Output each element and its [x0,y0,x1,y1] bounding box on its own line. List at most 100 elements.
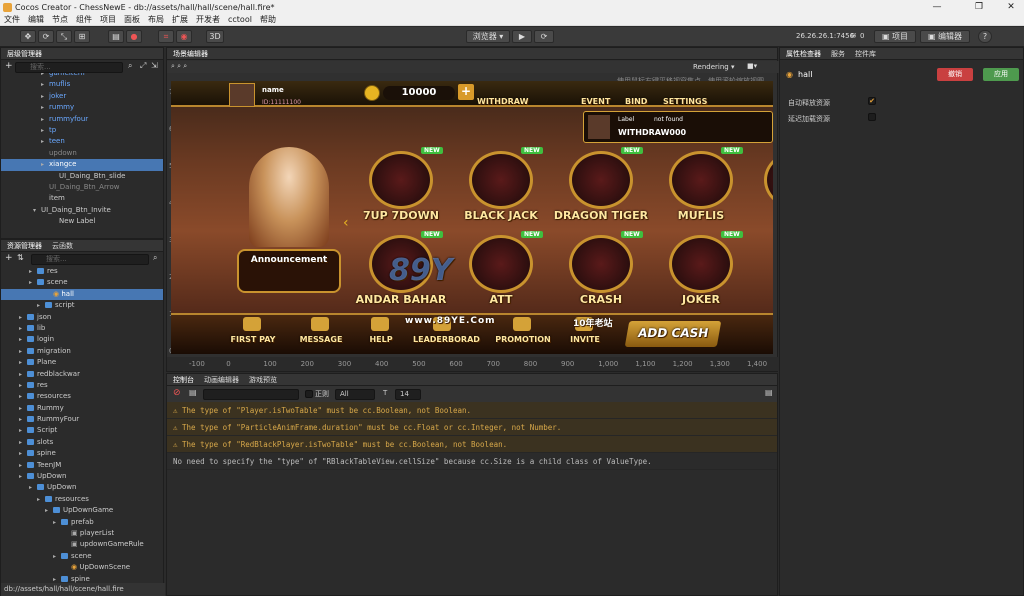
game-tile-icon[interactable] [569,151,633,209]
expand-arrow-icon[interactable]: ▾ [33,205,41,216]
hierarchy-search-input[interactable]: 搜索... [15,62,123,73]
bottom-nav-label[interactable]: PROMOTION [493,335,553,344]
expand-arrow-icon[interactable]: ▸ [29,266,37,277]
expand-arrow-icon[interactable]: ▸ [19,346,27,357]
asset-item[interactable]: ▸ TeenJM [1,460,163,471]
apply-button[interactable]: 应用 [983,68,1019,81]
clear-icon[interactable]: ⊘ [173,388,181,398]
asset-item[interactable]: ▸ spine [1,448,163,459]
asset-item[interactable]: ▸ Script [1,425,163,436]
locate-icon[interactable]: ⤢ [140,61,146,71]
console-line[interactable]: ⚠ The type of "Player.isTwoTable" must b… [167,402,777,419]
expand-arrow-icon[interactable]: ▸ [19,425,27,436]
event-button[interactable]: EVENT [581,97,610,106]
expand-arrow-icon[interactable]: ▸ [53,551,61,562]
menu-item[interactable]: 布局 [148,14,164,25]
asset-item[interactable]: ▸ scene [1,277,163,288]
menu-item[interactable]: 组件 [76,14,92,25]
add-cash-button[interactable]: ADD CASH [624,321,722,347]
inspector-tab[interactable]: 属性检查器 [786,48,821,59]
asset-item[interactable]: ▸ redblackwar [1,369,163,380]
hierarchy-item[interactable]: ▸ joker [1,91,163,102]
expand-arrow-icon[interactable]: ▸ [19,380,27,391]
add-coin-icon[interactable]: + [458,84,474,100]
menu-item[interactable]: 面板 [124,14,140,25]
expand-arrow-icon[interactable]: ▸ [41,79,49,90]
bottom-nav-label[interactable]: FIRST PAY [223,335,283,344]
asset-item[interactable]: ▸ lib [1,323,163,334]
bind-button[interactable]: BIND [625,97,647,106]
expand-arrow-icon[interactable]: ▸ [19,334,27,345]
hierarchy-item[interactable]: updown [1,148,163,159]
game-tile-icon[interactable] [369,151,433,209]
open-log-icon[interactable]: ▤ [189,388,197,397]
project-button[interactable]: ▣ 项目 [874,30,916,43]
expand-arrow-icon[interactable]: ▸ [19,369,27,380]
assets-search-icon[interactable]: ⌕ [153,253,157,263]
hierarchy-item[interactable]: ▸ rummyfour [1,114,163,125]
help-icon[interactable]: ? [978,30,992,43]
asset-item[interactable]: ▸ Plane [1,357,163,368]
console-line[interactable]: No need to specify the "type" of "RBlack… [167,453,777,470]
browser-select[interactable]: 浏览器 ▾ [466,30,510,43]
pivot-icon[interactable]: ● [126,30,142,43]
expand-arrow-icon[interactable]: ▸ [19,403,27,414]
hierarchy-item[interactable]: UI_Daing_Btn_Arrow [1,182,163,193]
add-asset-icon[interactable]: + [5,253,13,263]
scene-tab[interactable]: 场景编辑器 [173,48,208,59]
asset-item[interactable]: ▸ json [1,312,163,323]
expand-arrow-icon[interactable]: ▸ [41,91,49,102]
hierarchy-item[interactable]: ▸ tp [1,125,163,136]
hierarchy-item[interactable]: item [1,193,163,204]
bottom-nav-icon[interactable] [243,317,261,331]
rotate-tool-icon[interactable]: ⟳ [38,30,54,43]
editor-button[interactable]: ▣ 编辑器 [920,30,970,43]
console-menu-icon[interactable]: ▤ [765,388,773,397]
settings-button[interactable]: SETTINGS [663,97,707,106]
asset-item[interactable]: ▸ slots [1,437,163,448]
announcement-box[interactable]: Announcement [237,249,341,293]
menu-item[interactable]: 开发者 [196,14,220,25]
bottom-nav-label[interactable]: LEADERBORAD [413,335,480,344]
player-avatar[interactable] [229,83,255,107]
asset-item[interactable]: ▸ UpDown [1,471,163,482]
expand-arrow-icon[interactable]: ▸ [19,391,27,402]
bottom-nav-label[interactable]: HELP [351,335,411,344]
hierarchy-tab[interactable]: 层级管理器 [7,48,42,59]
asset-item[interactable]: ▣ playerList [1,528,163,539]
bottom-nav-label[interactable]: INVITE [555,335,615,344]
inspector-tab[interactable]: 服务 [831,48,845,59]
asset-item[interactable]: ▸ resources [1,494,163,505]
collapse-icon[interactable]: ⇲ [151,61,158,70]
expand-arrow-icon[interactable]: ▸ [19,414,27,425]
expand-arrow-icon[interactable]: ▸ [41,125,49,136]
asset-item[interactable]: ▸ scene [1,551,163,562]
console-line[interactable]: ⚠ The type of "ParticleAnimFrame.duratio… [167,419,777,436]
maximize-icon[interactable]: ❐ [966,0,992,14]
mode-3d-button[interactable]: 3D [206,30,224,43]
rect-tool-icon[interactable]: ⊞ [74,30,90,43]
asset-item[interactable]: ▣ updownGameRule [1,539,163,550]
hierarchy-item[interactable]: UI_Daing_Btn_slide [1,171,163,182]
console-tab[interactable]: 游戏预览 [249,374,277,385]
expand-arrow-icon[interactable]: ▸ [41,136,49,147]
game-tile-icon[interactable] [469,151,533,209]
menu-item[interactable]: 项目 [100,14,116,25]
asset-item[interactable]: ◉ hall [1,288,163,301]
cloud-function-tab[interactable]: 云函数 [52,240,73,251]
expand-arrow-icon[interactable]: ▸ [19,437,27,448]
asset-item[interactable]: ▸ resources [1,391,163,402]
zoom-icon[interactable]: ⌕ ⌕ ⌕ [171,62,187,71]
bottom-nav-icon[interactable] [371,317,389,331]
camera-icon[interactable]: ■▾ [747,62,757,70]
game-tile-icon[interactable] [569,235,633,293]
asset-item[interactable]: ▸ login [1,334,163,345]
hierarchy-item[interactable]: New Label [1,216,163,227]
move-tool-icon[interactable]: ✥ [20,30,36,43]
menu-item[interactable]: 节点 [52,14,68,25]
font-size-select[interactable]: 14 [395,389,421,400]
log-level-select[interactable]: All [335,389,375,400]
asset-item[interactable]: ▸ UpDown [1,482,163,493]
search-icon[interactable]: ⌕ [128,61,132,71]
expand-arrow-icon[interactable]: ▸ [29,482,37,493]
